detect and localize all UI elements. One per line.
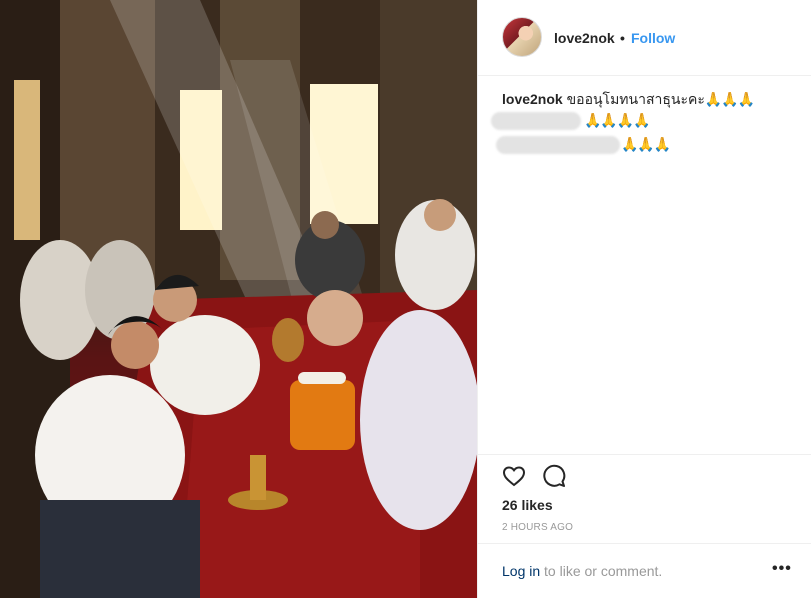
post-sidebar: love2nok • Follow love2nok ขออนุโมทนาสาธ…	[477, 0, 811, 598]
post-timestamp[interactable]: 2 HOURS AGO	[502, 522, 573, 533]
caption-line-1: love2nok ขออนุโมทนาสาธุนะคะ🙏🙏🙏	[502, 89, 755, 109]
redacted-mention	[496, 136, 620, 154]
avatar[interactable]	[502, 17, 542, 57]
heart-icon[interactable]	[502, 464, 526, 488]
pray-emoji: 🙏🙏🙏	[621, 136, 671, 152]
more-options-icon[interactable]: •••	[772, 560, 792, 578]
login-link[interactable]: Log in	[502, 563, 540, 579]
ordination-ceremony-photo	[0, 0, 477, 598]
footer-divider	[478, 543, 811, 544]
login-prompt-text: to like or comment.	[540, 563, 663, 579]
follow-button[interactable]: Follow	[631, 30, 675, 46]
caption-text: ขออนุโมทนาสาธุนะคะ	[566, 91, 705, 107]
pray-emoji: 🙏🙏🙏	[704, 91, 755, 107]
post-photo[interactable]	[0, 0, 477, 598]
comment-icon[interactable]	[542, 464, 566, 488]
likes-count[interactable]: 26 likes	[502, 497, 553, 513]
post-header: love2nok • Follow	[478, 0, 811, 76]
separator-dot: •	[620, 30, 625, 46]
login-prompt: Log in to like or comment.	[502, 563, 662, 579]
actions-divider	[478, 454, 811, 455]
redacted-mention	[491, 112, 581, 130]
username-link[interactable]: love2nok	[554, 30, 615, 46]
pray-emoji: 🙏🙏🙏🙏	[584, 112, 651, 128]
caption-username[interactable]: love2nok	[502, 91, 563, 107]
